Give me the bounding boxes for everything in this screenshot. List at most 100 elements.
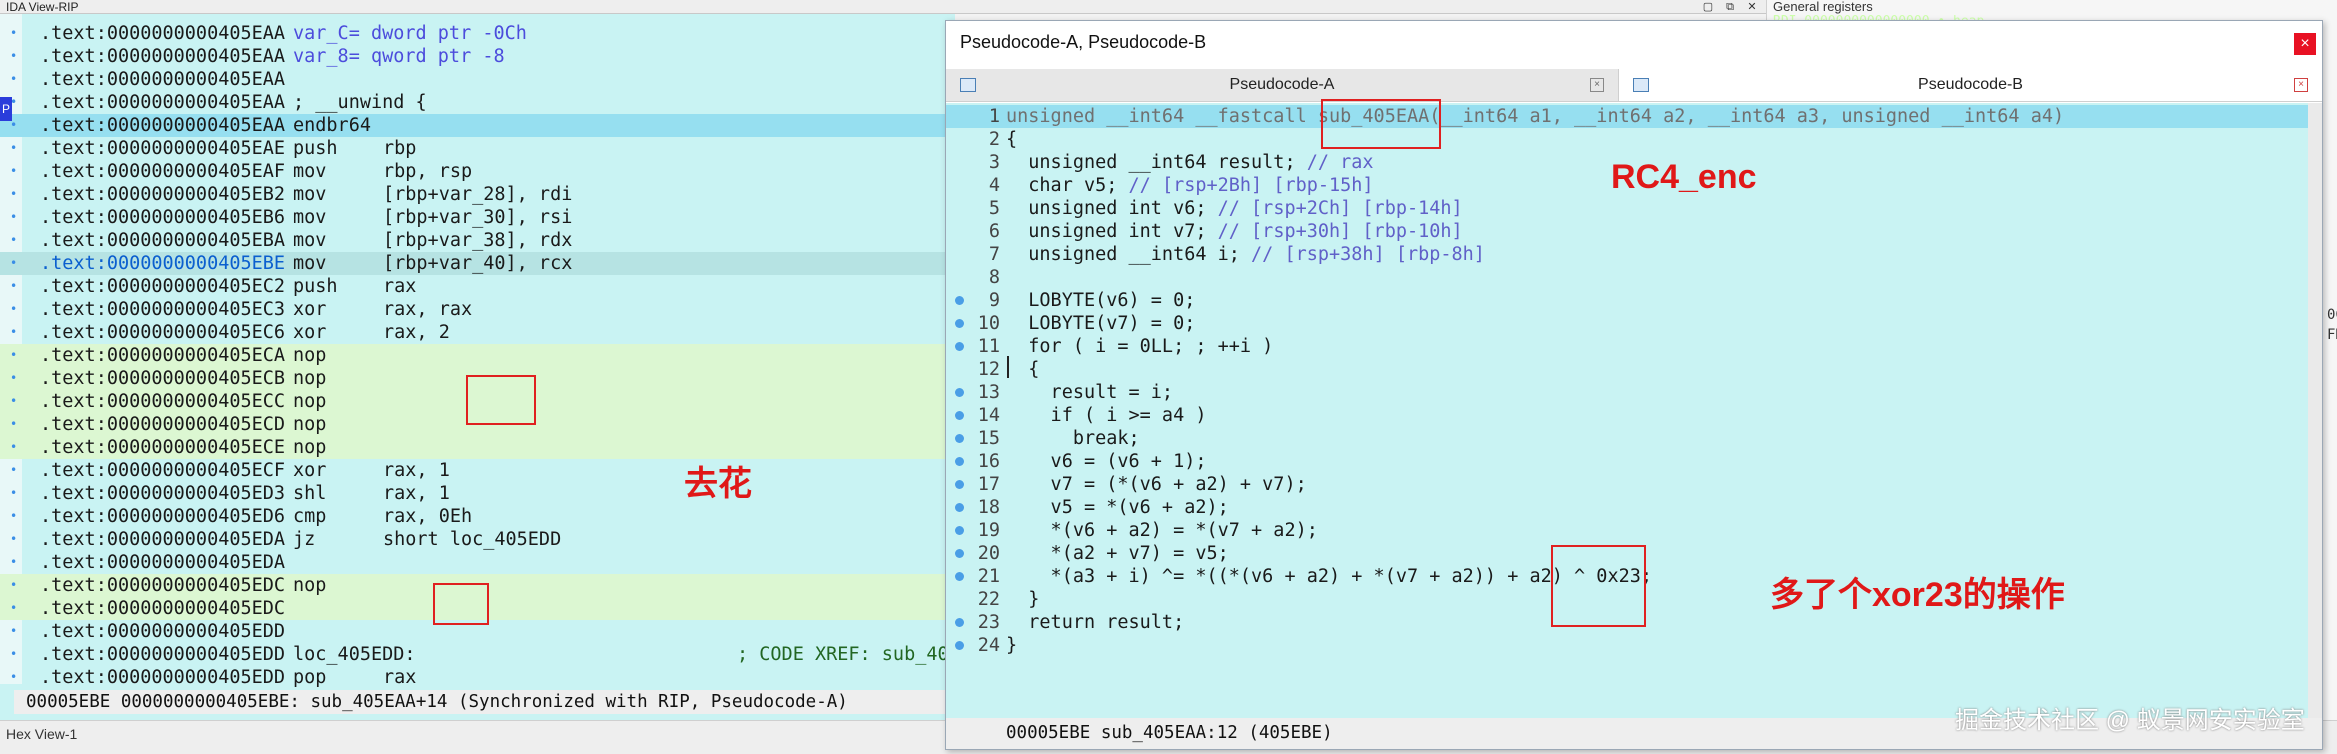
breakpoint-dot-icon[interactable]: • bbox=[10, 436, 17, 459]
breakpoint-dot-icon[interactable]: • bbox=[10, 22, 17, 45]
pseudocode-line[interactable]: 1 unsigned __int64 __fastcall sub_405EAA(… bbox=[946, 105, 2322, 128]
asm-line[interactable]: • .text:0000000000405EAE push rbp bbox=[0, 137, 955, 160]
window-float-icon[interactable]: ⧉ bbox=[1722, 0, 1738, 14]
pseudocode-line[interactable]: 17 v7 = (*(v6 + a2) + v7); bbox=[946, 473, 2322, 496]
breakpoint-dot-icon[interactable]: • bbox=[10, 620, 17, 643]
line-number: 12 bbox=[977, 359, 1000, 380]
pseudocode-line[interactable]: 19 *(v6 + a2) = *(v7 + a2); bbox=[946, 519, 2322, 542]
asm-line[interactable]: • .text:0000000000405EB2 mov [rbp+var_28], … bbox=[0, 183, 955, 206]
line-number: 23 bbox=[977, 612, 1000, 633]
asm-line[interactable]: • .text:0000000000405EDA jz short loc_405ED… bbox=[0, 528, 955, 551]
line-number: 6 bbox=[988, 221, 1000, 242]
breakpoint-dot-icon[interactable]: • bbox=[10, 68, 17, 91]
breakpoint-dot-icon[interactable]: • bbox=[10, 643, 17, 666]
breakpoint-dot-icon[interactable]: • bbox=[10, 413, 17, 436]
pseudocode-line[interactable]: 8 bbox=[946, 266, 2322, 289]
asm-line[interactable]: • .text:0000000000405EC2 push rax bbox=[0, 275, 955, 298]
pseudocode-line[interactable]: 13 result = i; bbox=[946, 381, 2322, 404]
asm-line[interactable]: • .text:0000000000405EC6 xor rax, 2 bbox=[0, 321, 955, 344]
tab-pseudocode-b[interactable]: Pseudocode-B × bbox=[1619, 69, 2322, 101]
asm-line[interactable]: • .text:0000000000405EAA endbr64 bbox=[0, 114, 955, 137]
asm-line[interactable]: • .text:0000000000405EC3 xor rax, rax bbox=[0, 298, 955, 321]
asm-address: .text:0000000000405EAF bbox=[40, 161, 286, 182]
vertical-scrollbar[interactable] bbox=[2308, 103, 2322, 718]
asm-line[interactable]: • .text:0000000000405EAF mov rbp, rsp bbox=[0, 160, 955, 183]
tab-pseudocode-a[interactable]: Pseudocode-A × bbox=[946, 69, 1619, 101]
asm-line[interactable]: • .text:0000000000405ECA nop bbox=[0, 344, 955, 367]
pseudocode-icon bbox=[960, 78, 976, 92]
code-xref-comment[interactable]: ; CODE XREF: sub_40 bbox=[737, 643, 949, 666]
breakpoint-dot-icon[interactable]: • bbox=[10, 183, 17, 206]
pseudocode-line[interactable]: 24} bbox=[946, 634, 2322, 657]
pseudocode-window[interactable]: Pseudocode-A, Pseudocode-B × Pseudocode-… bbox=[945, 20, 2323, 750]
breakpoint-dot-icon[interactable]: • bbox=[10, 666, 17, 689]
pseudocode-line[interactable]: 15 break; bbox=[946, 427, 2322, 450]
asm-operands: rbp bbox=[383, 138, 417, 159]
pseudocode-line[interactable]: 14 if ( i >= a4 ) bbox=[946, 404, 2322, 427]
breakpoint-dot-icon[interactable]: • bbox=[10, 574, 17, 597]
asm-address: .text:0000000000405EAE bbox=[40, 138, 286, 159]
asm-line[interactable]: • .text:0000000000405EAA var_C= dword ptr … bbox=[0, 22, 955, 45]
asm-line[interactable]: • .text:0000000000405EBA mov [rbp+var_38], … bbox=[0, 229, 955, 252]
tab-close-icon[interactable]: × bbox=[2294, 78, 2308, 92]
asm-operands: rax, 0Eh bbox=[383, 506, 473, 527]
breakpoint-dot-icon[interactable]: • bbox=[10, 252, 17, 275]
asm-address: .text:0000000000405ED3 bbox=[40, 483, 286, 504]
asm-mnemonic: nop bbox=[293, 437, 327, 458]
asm-line[interactable]: • .text:0000000000405ED6 cmp rax, 0Eh bbox=[0, 505, 955, 528]
registers-title: General registers bbox=[1773, 0, 1873, 14]
asm-address: .text:0000000000405ED6 bbox=[40, 506, 286, 527]
pseudocode-icon bbox=[1633, 78, 1649, 92]
breakpoint-dot-icon[interactable]: • bbox=[10, 298, 17, 321]
pseudocode-line[interactable]: 6 unsigned int v7; // [rsp+30h] [rbp-10h… bbox=[946, 220, 2322, 243]
breakpoint-dot-icon[interactable]: • bbox=[10, 551, 17, 574]
breakpoint-dot-icon[interactable]: • bbox=[10, 206, 17, 229]
asm-operands: [rbp+var_28], rdi bbox=[383, 184, 573, 205]
pseudocode-line[interactable]: 11 for ( i = 0LL; ; ++i ) bbox=[946, 335, 2322, 358]
breakpoint-dot-icon[interactable]: • bbox=[10, 597, 17, 620]
asm-line[interactable]: • .text:0000000000405EBE mov [rbp+var_40], … bbox=[0, 252, 955, 275]
tab-close-icon[interactable]: × bbox=[1590, 78, 1604, 92]
breakpoint-dot-icon[interactable]: • bbox=[10, 275, 17, 298]
breakpoint-dot-icon[interactable]: • bbox=[10, 367, 17, 390]
window-close-icon[interactable]: ✕ bbox=[1744, 0, 1760, 14]
breakpoint-dot-icon[interactable]: • bbox=[10, 528, 17, 551]
asm-line[interactable]: • .text:0000000000405EAA bbox=[0, 68, 955, 91]
breakpoint-dot-icon[interactable]: • bbox=[10, 390, 17, 413]
breakpoint-dot-icon[interactable]: • bbox=[10, 505, 17, 528]
asm-line[interactable]: • .text:0000000000405ECF xor rax, 1 bbox=[0, 459, 955, 482]
rip-marker: P bbox=[0, 97, 12, 121]
line-number: 7 bbox=[988, 244, 1000, 265]
breakpoint-dot-icon[interactable]: • bbox=[10, 321, 17, 344]
asm-line[interactable]: • .text:0000000000405ED3 shl rax, 1 bbox=[0, 482, 955, 505]
pseudocode-line[interactable]: 12 { bbox=[946, 358, 2322, 381]
asm-mnemonic: nop bbox=[293, 391, 327, 412]
asm-address: .text:0000000000405EC2 bbox=[40, 276, 286, 297]
asm-address: .text:0000000000405EAA bbox=[40, 46, 286, 67]
pseudocode-line[interactable]: 16 v6 = (v6 + 1); bbox=[946, 450, 2322, 473]
window-restore-icon[interactable]: ▢ bbox=[1700, 0, 1716, 14]
asm-line[interactable]: • .text:0000000000405EDA bbox=[0, 551, 955, 574]
breakpoint-dot-icon[interactable]: • bbox=[10, 137, 17, 160]
pseudocode-line[interactable]: 9 LOBYTE(v6) = 0; bbox=[946, 289, 2322, 312]
asm-line[interactable]: • .text:0000000000405EDD loc_405EDD: ; CODE… bbox=[0, 643, 955, 666]
asm-operands: rbp, rsp bbox=[383, 161, 473, 182]
asm-line[interactable]: • .text:0000000000405EB6 mov [rbp+var_30], … bbox=[0, 206, 955, 229]
pseudocode-line[interactable]: 18 v5 = *(v6 + a2); bbox=[946, 496, 2322, 519]
asm-line[interactable]: • .text:0000000000405ECE nop bbox=[0, 436, 955, 459]
breakpoint-dot-icon[interactable]: • bbox=[10, 344, 17, 367]
pseudocode-line[interactable]: 10 LOBYTE(v7) = 0; bbox=[946, 312, 2322, 335]
asm-operands: [rbp+var_30], rsi bbox=[383, 207, 573, 228]
breakpoint-dot-icon[interactable]: • bbox=[10, 160, 17, 183]
breakpoint-dot-icon[interactable]: • bbox=[10, 229, 17, 252]
asm-line[interactable]: • .text:0000000000405EAA var_8= qword ptr … bbox=[0, 45, 955, 68]
breakpoint-dot-icon[interactable]: • bbox=[10, 45, 17, 68]
pseudocode-line[interactable]: 7 unsigned __int64 i; // [rsp+38h] [rbp-… bbox=[946, 243, 2322, 266]
asm-line[interactable]: • .text:0000000000405EDD pop rax bbox=[0, 666, 955, 689]
breakpoint-dot-icon[interactable]: • bbox=[10, 459, 17, 482]
asm-line[interactable]: • .text:0000000000405EAA; __unwind { bbox=[0, 91, 955, 114]
pseudocode-line[interactable]: 5 unsigned int v6; // [rsp+2Ch] [rbp-14h… bbox=[946, 197, 2322, 220]
pseudocode-line[interactable]: 2{ bbox=[946, 128, 2322, 151]
breakpoint-dot-icon[interactable]: • bbox=[10, 482, 17, 505]
close-icon[interactable]: × bbox=[2294, 33, 2316, 55]
